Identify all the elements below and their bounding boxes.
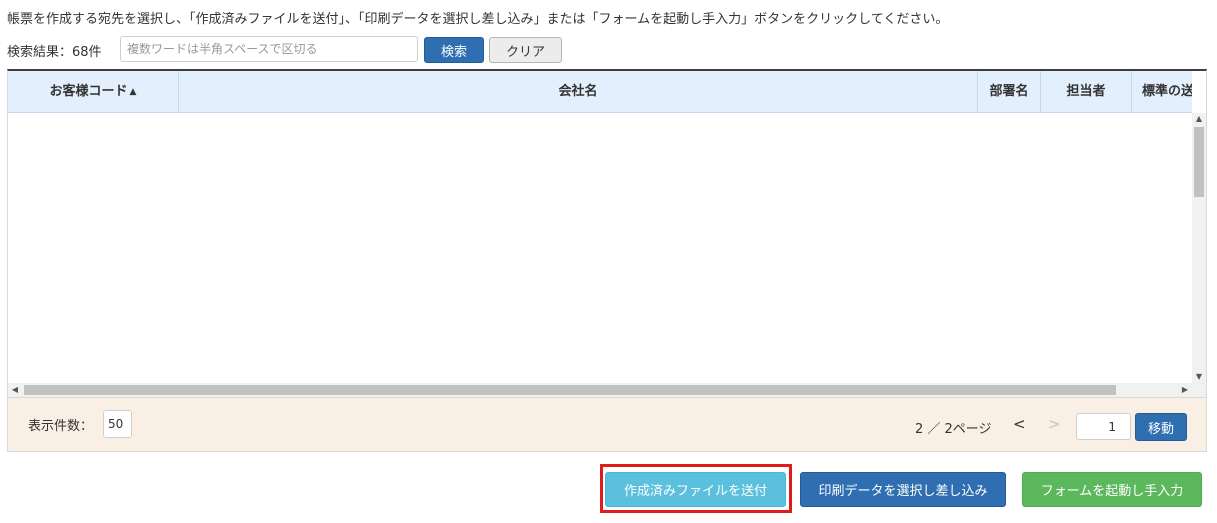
scroll-down-icon[interactable]: ▼ [1192, 371, 1206, 383]
scroll-right-icon[interactable]: ▶ [1178, 383, 1192, 397]
column-header-label: 標準の送 [1142, 84, 1192, 99]
scroll-left-icon[interactable]: ◀ [8, 383, 22, 397]
vertical-scrollbar[interactable]: ▲ ▼ [1192, 113, 1206, 383]
customer-table: お客様コード ▲ 会社名 部署名 担当者 標準の送 ▲ ▼ ◀ ▶ [7, 69, 1207, 397]
column-header-label: 部署名 [989, 84, 1029, 99]
next-page-button: > [1048, 415, 1061, 433]
scrollbar-corner [1192, 383, 1206, 397]
column-header-label: 担当者 [1066, 84, 1106, 99]
table-body [8, 113, 1192, 383]
table-header: お客様コード ▲ 会社名 部署名 担当者 標準の送 [8, 71, 1192, 113]
column-header-department[interactable]: 部署名 [978, 71, 1041, 112]
per-page-input[interactable] [103, 410, 132, 438]
column-header-label: お客様コード [49, 84, 128, 99]
page-number-input[interactable] [1076, 413, 1131, 440]
per-page-label: 表示件数： [28, 419, 94, 434]
column-header-contact-person[interactable]: 担当者 [1041, 71, 1132, 112]
send-created-file-button[interactable]: 作成済みファイルを送付 [605, 472, 786, 507]
triangle-up-icon: ▲ [129, 87, 137, 97]
search-input[interactable] [120, 36, 418, 62]
scroll-up-icon[interactable]: ▲ [1192, 113, 1206, 125]
launch-form-button[interactable]: フォームを起動し手入力 [1022, 472, 1202, 507]
pagination-bar: 表示件数： 2 ／ 2ページ < > 移動 [7, 397, 1207, 452]
select-print-data-button[interactable]: 印刷データを選択し差し込み [800, 472, 1006, 507]
horizontal-scroll-thumb[interactable] [24, 385, 1116, 395]
search-button[interactable]: 検索 [424, 37, 484, 63]
page-info: 2 ／ 2ページ [915, 422, 992, 437]
column-header-company-name[interactable]: 会社名 [179, 71, 978, 112]
search-result-count: 検索結果：68件 [7, 45, 102, 60]
column-header-default-destination[interactable]: 標準の送 [1132, 71, 1192, 112]
column-header-label: 会社名 [558, 84, 598, 99]
clear-button[interactable]: クリア [489, 37, 562, 63]
vertical-scroll-thumb[interactable] [1194, 127, 1204, 197]
column-header-customer-code[interactable]: お客様コード ▲ [8, 71, 179, 112]
instruction-text: 帳票を作成する宛先を選択し、「作成済みファイルを送付」、「印刷データを選択し差し… [7, 12, 949, 27]
previous-page-button[interactable]: < [1013, 415, 1026, 433]
move-page-button[interactable]: 移動 [1135, 413, 1187, 441]
horizontal-scrollbar[interactable]: ◀ ▶ [8, 383, 1192, 397]
